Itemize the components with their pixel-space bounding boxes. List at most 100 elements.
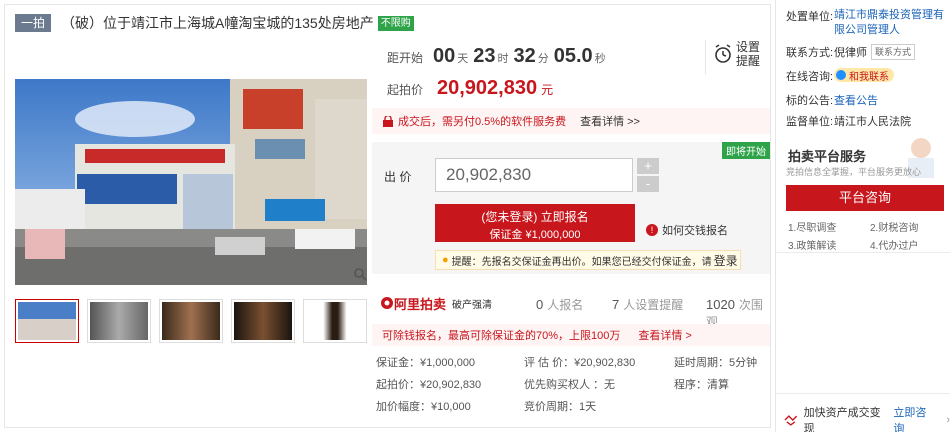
how-to-pay-label: 如何交钱报名 <box>662 225 728 237</box>
service-item-tax[interactable]: 2.财税咨询 <box>870 219 918 234</box>
consult-label: 在线咨询: <box>786 71 834 83</box>
divider <box>705 40 706 74</box>
property-photo-image <box>15 79 367 285</box>
bid-label: 出 价 <box>384 170 412 184</box>
thumbnail-5[interactable] <box>303 299 367 343</box>
reminder-tip: ● 提醒：先报名交保证金再出价。如果您已经交付保证金，请 登录 <box>435 250 741 270</box>
court-label: 监督单位: <box>786 116 834 128</box>
countdown-minutes-unit: 分 <box>537 53 549 65</box>
how-to-pay-link[interactable]: ! 如何交钱报名 <box>646 222 728 238</box>
right-sidebar: 处置单位: 靖江市鼎泰投资管理有限公司管理人 联系方式: 倪律师 联系方式 在线… <box>775 0 950 432</box>
platform-consult-button[interactable]: 平台咨询 <box>786 185 944 211</box>
countdown-timer: 距开始 00 天 23 时 32 分 05.0 秒 <box>387 45 611 68</box>
info-icon: ! <box>646 224 658 236</box>
login-link[interactable]: 登录 <box>714 252 738 269</box>
consult-row: 在线咨询: 和我联系 <box>786 68 894 84</box>
signup-button[interactable]: (您未登录) 立即报名 保证金 ¥1,000,000 <box>435 204 635 242</box>
service-subtitle: 竞拍信息全掌握，平台服务更放心 <box>786 167 922 177</box>
handshake-icon <box>784 415 798 426</box>
notice-label: 标的公告: <box>786 95 834 107</box>
ali-auction-logo: 阿里拍卖 破产强清 <box>380 294 492 313</box>
signup-count: 0 人报名 <box>536 297 584 312</box>
countdown-days-unit: 天 <box>457 53 469 65</box>
thumbnail-2[interactable] <box>87 299 151 343</box>
signup-button-label: (您未登录) 立即报名 <box>481 210 589 224</box>
signup-deposit-label: 保证金 ¥1,000,000 <box>489 229 581 241</box>
logo-text: 阿里拍卖 <box>394 296 447 312</box>
chat-icon <box>836 70 846 80</box>
alarm-clock-icon <box>715 44 731 63</box>
contact-label: 联系方式: <box>786 47 834 59</box>
divider <box>776 393 950 394</box>
priority-info: 优先购买权人 ：无 <box>524 379 616 391</box>
price-label: 起拍价 <box>387 83 424 97</box>
bid-amount-input[interactable]: 20,902,830 <box>435 158 633 192</box>
thumbnail-3[interactable] <box>159 299 223 343</box>
service-item-due-diligence[interactable]: 1.尽职调查 <box>788 219 836 234</box>
service-fee-details-link[interactable]: 查看详情 >> <box>580 113 640 129</box>
disposer-link[interactable]: 靖江市鼎泰投资管理有限公司管理人 <box>834 8 944 38</box>
thumbnail-strip <box>15 299 375 343</box>
starting-soon-tag: 即将开始 <box>722 142 770 159</box>
service-item-transfer[interactable]: 4.代办过户 <box>870 237 918 252</box>
zoom-icon[interactable] <box>353 267 367 281</box>
chevron-right-icon[interactable]: › <box>946 414 950 426</box>
countdown-minutes: 32 <box>513 45 536 67</box>
contact-method-button[interactable]: 联系方式 <box>871 44 916 60</box>
contact-name: 倪律师 <box>834 47 867 59</box>
set-reminder-button[interactable]: 设置提醒 <box>714 40 760 68</box>
view-notice-link[interactable]: 查看公告 <box>834 92 878 108</box>
appraisal-info: 评 估 价：¥20,902,830 <box>524 357 636 369</box>
price-unit: 元 <box>541 83 554 97</box>
bid-stepper: + - <box>637 158 659 194</box>
countdown-hours-unit: 时 <box>497 53 509 65</box>
stats-row: 阿里拍卖 破产强清 0 人报名 7 人设置提醒 1020 次围观 <box>380 292 768 329</box>
service-item-policy[interactable]: 3.政策解读 <box>788 237 836 252</box>
page-title: （破）位于靖江市上海城A幢淘宝城的135处房地产 <box>61 15 374 31</box>
countdown-hours: 23 <box>473 45 496 67</box>
divider <box>776 252 950 253</box>
increase-bid-button[interactable]: + <box>637 158 659 174</box>
property-photo[interactable] <box>15 79 367 285</box>
no-limit-badge: 不限购 <box>377 15 414 31</box>
consult-now-link[interactable]: 立即咨询 <box>893 404 936 432</box>
platform-service-box: 拍卖平台服务 竞拍信息全掌握，平台服务更放心 平台咨询 1.尽职调查 2.财税咨… <box>776 130 950 255</box>
lock-icon <box>383 115 393 127</box>
service-title: 拍卖平台服务 <box>788 149 867 164</box>
thumbnail-1[interactable] <box>15 299 79 343</box>
contact-me-button[interactable]: 和我联系 <box>834 68 894 83</box>
delay-info: 延时周期：5分钟 <box>674 357 758 369</box>
thumbnail-4[interactable] <box>231 299 295 343</box>
countdown-seconds: 05.0 <box>553 45 593 67</box>
bid-panel: 即将开始 出 价 20,902,830 + - (您未登录) 立即报名 保证金 … <box>372 142 770 274</box>
increment-info: 加价幅度：¥10,000 <box>376 401 471 413</box>
reminder-count: 7 人设置提醒 <box>612 297 684 312</box>
starting-price: 起拍价 20,902,830 元 <box>387 77 553 100</box>
disposer-label: 处置单位: <box>786 11 834 23</box>
round-tag: 一拍 <box>15 14 52 32</box>
countdown-seconds-unit: 秒 <box>594 53 606 65</box>
service-fee-text: 成交后，需另付0.5%的软件服务费 <box>398 116 567 128</box>
accelerate-sale-row: 加快资产成交变现 立即咨询 › <box>784 404 950 432</box>
period-info: 竞价周期：1天 <box>524 401 597 413</box>
disposer-row: 处置单位: 靖江市鼎泰投资管理有限公司管理人 <box>786 8 944 38</box>
service-fee-bar: 成交后，需另付0.5%的软件服务费 查看详情 >> <box>372 108 770 134</box>
reminder-label: 设置提醒 <box>736 40 761 68</box>
accelerate-sale-text: 加快资产成交变现 <box>803 407 881 432</box>
court-row: 监督单位: 靖江市人民法院 <box>786 113 911 129</box>
procedure-info: 程序：清算 <box>674 379 729 391</box>
ali-auction-logo-icon <box>381 297 393 309</box>
start-price-info: 起拍价：¥20,902,830 <box>376 379 482 391</box>
countdown-label: 距开始 <box>387 51 424 65</box>
notice-row: 标的公告: 查看公告 <box>786 92 878 108</box>
loan-policy-text: 可除钱报名，最高可除保证金的70%，上限100万 <box>382 330 621 342</box>
loan-policy-bar: 可除钱报名，最高可除保证金的70%，上限100万 查看详情 > <box>372 324 770 346</box>
reminder-tip-text: 提醒：先报名交保证金再出价。如果您已经交付保证金，请 <box>451 256 712 268</box>
loan-policy-details-link[interactable]: 查看详情 > <box>638 327 691 343</box>
contact-row: 联系方式: 倪律师 联系方式 <box>786 44 916 60</box>
countdown-days: 00 <box>433 45 456 67</box>
decrease-bid-button[interactable]: - <box>637 176 659 192</box>
deposit-info: 保证金：¥1,000,000 <box>376 357 476 369</box>
court-name: 靖江市人民法院 <box>834 116 911 128</box>
logo-subtext: 破产强清 <box>452 299 493 311</box>
